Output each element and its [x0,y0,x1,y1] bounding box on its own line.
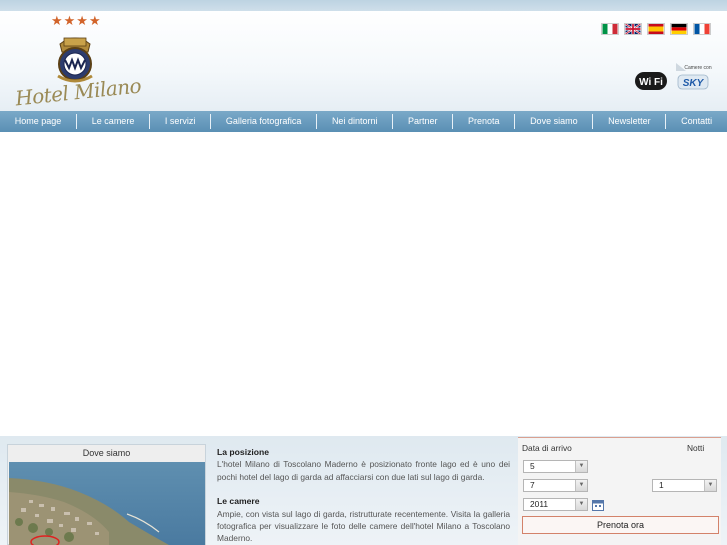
hotel-rating-stars: ★★★★ [51,14,102,29]
nav-contatti[interactable]: Contatti [666,111,727,132]
sky-label: SKY [683,78,705,89]
french-flag-icon[interactable] [693,23,711,35]
uk-flag-icon[interactable] [624,23,642,35]
section-title-posizione: La posizione [217,447,270,457]
section-title-camere: Le camere [217,496,260,507]
chevron-down-icon[interactable]: ▼ [704,480,716,491]
page: ★★★★ Hotel Milano Wi Fi Camere con SKY H… [0,0,727,545]
nav-i-servizi[interactable]: I servizi [150,111,210,132]
map-box[interactable]: Dove siamo [7,444,206,545]
section-text-posizione: L'hotel Milano di Toscolano Maderno è po… [217,459,510,482]
nights-label: Notti [687,443,705,453]
map-title: Dove siamo [8,445,205,462]
nav-le-camere[interactable]: Le camere [77,111,149,132]
nav-prenota[interactable]: Prenota [453,111,514,132]
arrival-day-select[interactable]: 5 ▼ [523,460,588,473]
wifi-icon: Wi Fi [635,72,667,90]
german-flag-icon[interactable] [670,23,688,35]
booking-widget: Data di arrivo Notti 5 ▼ 7 ▼ 2011 ▼ 1 ▼ … [518,437,721,545]
chevron-down-icon[interactable]: ▼ [575,461,587,472]
nav-newsletter[interactable]: Newsletter [593,111,665,132]
arrival-year-select[interactable]: 2011 ▼ [523,498,588,511]
italian-flag-icon[interactable] [601,23,619,35]
main-navigation: Home page Le camere I servizi Galleria f… [0,111,727,132]
nav-partner[interactable]: Partner [393,111,452,132]
intro-content: La posizione L'hotel Milano di Toscolano… [217,446,510,545]
section-text-camere: Ampie, con vista sul lago di garda, rist… [217,508,510,544]
sky-tv-icon: Camere con SKY [676,63,712,90]
aerial-map-image[interactable] [9,462,205,545]
nav-home-page[interactable]: Home page [0,111,76,132]
nav-galleria-fotografica[interactable]: Galleria fotografica [211,111,316,132]
language-flags [601,23,711,35]
arrival-year-value: 2011 [530,499,549,509]
spanish-flag-icon[interactable] [647,23,665,35]
arrival-day-value: 5 [530,461,535,471]
calendar-icon[interactable] [592,499,604,511]
nav-dove-siamo[interactable]: Dove siamo [515,111,592,132]
nav-nei-dintorni[interactable]: Nei dintorni [317,111,392,132]
nights-value: 1 [659,480,664,490]
top-strip [0,0,727,11]
arrival-month-value: 7 [530,480,535,490]
sky-caption: Camere con [684,65,711,71]
arrival-month-select[interactable]: 7 ▼ [523,479,588,492]
book-now-button[interactable]: Prenota ora [522,516,719,534]
wifi-label: Wi Fi [639,77,663,88]
nights-select[interactable]: 1 ▼ [652,479,717,492]
arrival-date-label: Data di arrivo [522,443,572,453]
chevron-down-icon[interactable]: ▼ [575,480,587,491]
chevron-down-icon[interactable]: ▼ [575,499,587,510]
